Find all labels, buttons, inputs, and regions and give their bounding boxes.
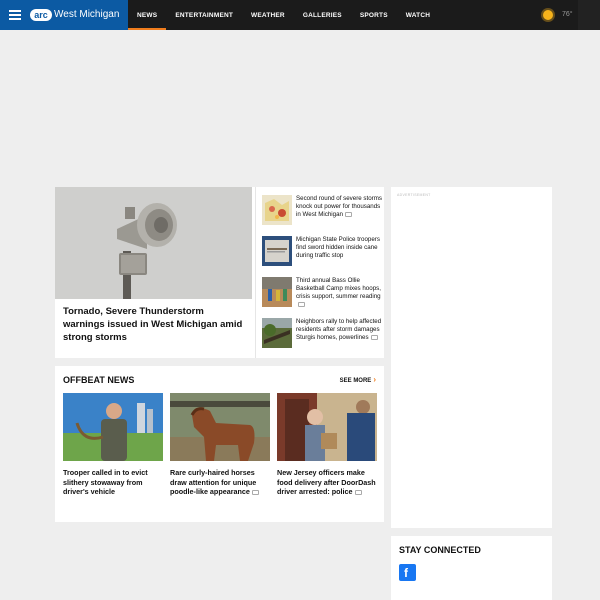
story-thumbnail xyxy=(262,277,292,307)
station-name[interactable]: West Michigan xyxy=(54,8,119,22)
offbeat-thumbnail xyxy=(63,393,163,461)
temperature: 76° xyxy=(562,11,573,18)
story-title: Third annual Bass Ollie Basketball Camp … xyxy=(296,277,381,301)
offbeat-thumbnail xyxy=(170,393,270,461)
top-nav-bar: arc West Michigan NEWS ENTERTAINMENT WEA… xyxy=(0,0,600,30)
offbeat-news-card: OFFBEAT NEWS SEE MORE › Trooper called in… xyxy=(55,366,384,522)
nav-entertainment[interactable]: ENTERTAINMENT xyxy=(166,0,242,30)
offbeat-thumbnail xyxy=(277,393,377,461)
nav-news[interactable]: NEWS xyxy=(128,0,167,30)
weather-widget[interactable]: 76° xyxy=(538,0,576,30)
chevron-right-icon: › xyxy=(373,375,376,384)
offbeat-title: Trooper called in to evict slithery stow… xyxy=(63,468,148,496)
story-title: Second round of severe storms knock out … xyxy=(296,195,382,219)
facebook-icon[interactable]: f xyxy=(399,564,416,581)
video-icon xyxy=(298,302,305,308)
sun-icon xyxy=(543,10,553,20)
offbeat-item[interactable]: Rare curly-haired horses draw attention … xyxy=(170,393,270,497)
storm-damage-image xyxy=(262,318,292,348)
nav-galleries[interactable]: GALLERIES xyxy=(294,0,351,30)
top-stories-card: Tornado, Severe Thunderstorm warnings is… xyxy=(55,187,384,358)
story-title: Michigan State Police troopers find swor… xyxy=(296,236,380,260)
ad-label: ADVERTISEMENT xyxy=(397,193,431,197)
curly-horse-image xyxy=(170,393,270,461)
basketball-camp-image xyxy=(262,277,292,307)
brand-area: arc West Michigan xyxy=(0,0,128,30)
section-title: STAY CONNECTED xyxy=(399,545,481,555)
story-thumbnail xyxy=(262,195,292,225)
nav-sports[interactable]: SPORTS xyxy=(351,0,397,30)
offbeat-item[interactable]: New Jersey officers make food delivery a… xyxy=(277,393,377,497)
main-nav: NEWS ENTERTAINMENT WEATHER GALLERIES SPO… xyxy=(128,0,439,30)
video-icon xyxy=(370,335,378,341)
story-list: Second round of severe storms knock out … xyxy=(255,187,384,358)
story-title: Neighbors rally to help affected residen… xyxy=(296,318,382,342)
video-icon xyxy=(345,212,352,218)
food-delivery-image xyxy=(277,393,377,461)
storm-map-image xyxy=(262,195,292,225)
stay-connected-card: STAY CONNECTED f xyxy=(391,536,552,600)
nav-weather[interactable]: WEATHER xyxy=(242,0,294,30)
hero-headline[interactable]: Tornado, Severe Thunderstorm warnings is… xyxy=(63,305,245,344)
offbeat-title: Rare curly-haired horses draw attention … xyxy=(170,468,257,496)
see-more-link[interactable]: SEE MORE › xyxy=(340,375,376,386)
tornado-siren-image xyxy=(55,187,252,299)
offbeat-item[interactable]: Trooper called in to evict slithery stow… xyxy=(63,393,163,497)
station-logo[interactable]: arc xyxy=(30,9,52,21)
header-right-area xyxy=(578,0,600,30)
video-icon xyxy=(251,489,259,495)
hamburger-menu-icon[interactable] xyxy=(9,10,21,20)
video-icon xyxy=(354,489,362,495)
sword-cane-image xyxy=(262,236,292,266)
advertisement-slot[interactable]: ADVERTISEMENT xyxy=(391,187,552,528)
hero-image[interactable] xyxy=(55,187,252,299)
nav-watch[interactable]: WATCH xyxy=(397,0,439,30)
trooper-snake-image xyxy=(63,393,163,461)
story-thumbnail xyxy=(262,236,292,266)
story-thumbnail xyxy=(262,318,292,348)
section-title: OFFBEAT NEWS xyxy=(63,375,135,385)
